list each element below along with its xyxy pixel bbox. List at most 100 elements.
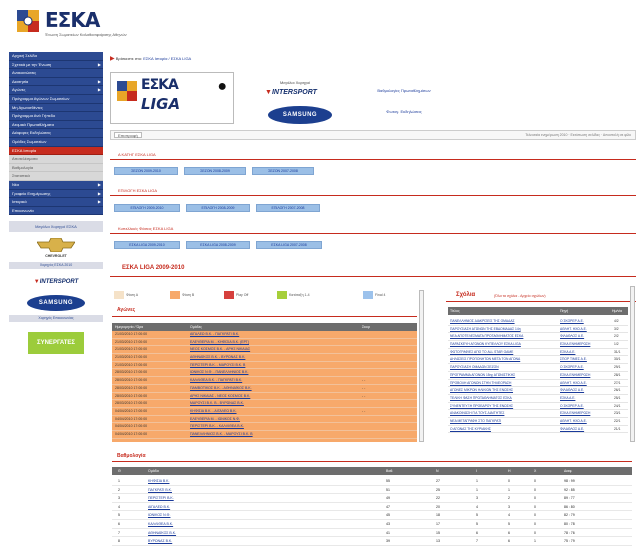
- toolbar-actions[interactable]: Τελευταία ενημέρωση 2010 · Εκτύπωση σελί…: [525, 133, 631, 137]
- standings-team-link[interactable]: ΑΙΓΑΛΕΩ Β.Κ.: [148, 503, 170, 512]
- sidebar-item[interactable]: Διάφορες Εκδηλώσεις: [9, 129, 103, 138]
- standings-team-link[interactable]: ΒΥΡΩΝΑΣ Β.Κ.: [148, 537, 172, 546]
- sidebar-item[interactable]: Ανακοινώσεις: [9, 69, 103, 78]
- standings-team-link[interactable]: ΑΘΗΝΑΪΚΟΣ Β.Κ.: [148, 529, 176, 538]
- sidebar-item[interactable]: Αποτελέσματα: [9, 155, 103, 164]
- sidebar-item[interactable]: Διαιτησία: [9, 77, 103, 87]
- standings-team-link[interactable]: ΠΑΓΚΡΑΤΙ Β.Κ.: [148, 486, 172, 495]
- news-source-link[interactable]: ΕΣΚΑ ΕΝΗΜΕΡΩΣΗ: [560, 372, 608, 380]
- news-scrollbar[interactable]: [630, 286, 635, 442]
- standings-team-link[interactable]: ΠΕΡΙΣΤΕΡΙ Β.Κ.: [148, 494, 174, 503]
- news-title-link[interactable]: ΠΑΡΟΥΣΙΑΣΗ ΟΜΑΔΩΝ ΣΕΖΟΝ: [450, 364, 556, 372]
- back-button[interactable]: Επιστροφή: [114, 132, 142, 138]
- news-source-link[interactable]: ΑΘΛΗΤ. ΗΧΩ Α.Ε.: [560, 326, 608, 334]
- season-button[interactable]: ΕΣΚΑ LIGA 2007-2008: [256, 241, 322, 249]
- match-teams-link[interactable]: ΑΡΗΣ ΝΙΚΑΙΑΣ - ΝΕΟΣ ΚΟΣΜΟΣ Β.Κ.: [190, 393, 250, 401]
- season-button[interactable]: ΕΠΙΛΟΓΗ 2008-2009: [186, 204, 250, 212]
- sidebar-item[interactable]: Επικοινωνία: [9, 206, 103, 216]
- news-source-link[interactable]: ΕΣΚΑ Α.Ε.: [560, 349, 608, 357]
- column-header[interactable]: Ομάδες: [190, 323, 202, 331]
- news-title-link[interactable]: ΝΕΑ ΑΠΟΤΕΛΕΣΜΑΤΑ ΠΡΩΤΑΘΛΗΜΑΤΟΣ ΕΣΚΑ: [450, 333, 556, 341]
- sidebar-item[interactable]: Ατομικά Πρωταθλήματα: [9, 120, 103, 130]
- samsung-sponsor[interactable]: SAMSUNG: [9, 295, 103, 312]
- match-teams-link[interactable]: ΜΑΡΟΥΣΙ Β.Κ. Β - ΒΥΡΩΝΑΣ Β.Κ.: [190, 400, 244, 408]
- news-title-link[interactable]: ΠΑΝΕΛΛΗΝΙΟΣ ΔΙΑΚΡΙΣΕΙΣ ΤΗΣ ΟΜΑΔΑΣ: [450, 318, 556, 326]
- match-teams-link[interactable]: ΚΑΛΛΙΘΕΑ Β.Κ. - ΠΑΓΚΡΑΤΙ Β.Κ.: [190, 377, 242, 385]
- column-header[interactable]: Σκορ: [362, 323, 370, 331]
- sidebar-item[interactable]: Νέα: [9, 180, 103, 190]
- news-source-link[interactable]: ΕΣΚΑ Α.Ε.: [560, 395, 608, 403]
- season-button[interactable]: ΕΣΚΑ LIGA 2009-2010: [114, 241, 180, 249]
- standings-team-link[interactable]: ΚΑΛΛΙΘΕΑ Β.Κ.: [148, 520, 173, 529]
- column-header[interactable]: Ν: [436, 467, 439, 475]
- news-title-link[interactable]: ΑΝΑΚΟΙΝΩΣΗ ΓΙΑ ΤΟΥΣ ΔΙΑΙΤΗΤΕΣ: [450, 410, 556, 418]
- sidebar-item[interactable]: Στατιστικά: [9, 172, 103, 181]
- sidebar-item[interactable]: Βαθμολογία: [9, 163, 103, 173]
- news-title-link[interactable]: ΠΡΟΓΡΑΜΜΑ ΑΓΩΝΩΝ 15ης ΑΓΩΝΙΣΤΙΚΗΣ: [450, 372, 556, 380]
- news-title-link[interactable]: ΑΓΩΝΕΣ ΜΙΚΡΩΝ ΗΛΙΚΙΩΝ ΤΗΣ ΕΝΩΣΗΣ: [450, 387, 556, 395]
- sidebar-item[interactable]: Μη Αγωνισθέντες: [9, 103, 103, 113]
- header-samsung-logo[interactable]: SAMSUNG: [268, 106, 332, 124]
- news-title-link[interactable]: ΠΡΟΒΟΛΗ ΑΓΩΝΩΝ ΣΤΗΝ ΤΗΛΕΟΡΑΣΗ: [450, 380, 556, 388]
- sidebar-item[interactable]: Γραφείο Ενημέρωσης: [9, 189, 103, 199]
- column-header[interactable]: Ημερομηνία / Ώρα: [115, 323, 143, 331]
- breadcrumb-link[interactable]: ΕΣΚΑ Ιστορία / ΕΣΚΑ LIGA: [143, 56, 191, 61]
- news-source-link[interactable]: ΑΘΛΗΤ. ΗΧΩ Α.Ε.: [560, 418, 608, 426]
- news-source-link[interactable]: Ο ΣΚΟΡΕΡ Α.Ε.: [560, 318, 608, 326]
- sidebar-item[interactable]: Πρόγραμμα Αγώνων Σωματείων: [9, 94, 103, 104]
- site-logo-text[interactable]: ΕΣΚΑ: [45, 10, 100, 30]
- news-source-link[interactable]: ΦΙΛΑΘΛΟΣ Α.Ε.: [560, 387, 608, 395]
- news-source-link[interactable]: ΦΙΛΑΘΛΟΣ Α.Ε.: [560, 426, 608, 434]
- match-teams-link[interactable]: ΕΛΕΥΘΕΡΙΑ Μ. - ΙΩΝΙΚΟΣ Ν.Φ.: [190, 416, 240, 424]
- news-source-link[interactable]: Ο ΣΚΟΡΕΡ Α.Ε.: [560, 403, 608, 411]
- season-button[interactable]: ΣΕΖΟΝ 2008-2009: [184, 167, 246, 175]
- news-title-link[interactable]: Ο ΑΓΩΝΑΣ ΤΗΣ ΚΥΡΙΑΚΗΣ: [450, 426, 556, 434]
- match-teams-link[interactable]: ΑΘΗΝΑΪΚΟΣ Β.Κ. - ΒΥΡΩΝΑΣ Β.Κ.: [190, 354, 245, 362]
- header-standings-link[interactable]: Βαθμολογίες Πρωταθλημάτων: [372, 88, 436, 93]
- match-teams-link[interactable]: ΠΕΡΙΣΤΕΡΙ Β.Κ. - ΚΑΛΛΙΘΕΑ Β.Κ.: [190, 423, 244, 431]
- sidebar-item[interactable]: Ομάδες Σωματείων: [9, 137, 103, 147]
- column-header[interactable]: Ι: [476, 467, 477, 475]
- news-title-link[interactable]: ΝΕΑ ΜΕΤΑΓΡΑΦΗ ΣΤΟ ΠΑΓΚΡΑΤΙ: [450, 418, 556, 426]
- column-header[interactable]: Διαφ.: [564, 467, 572, 475]
- partners-banner[interactable]: ΣΥΝΕΡΓΑΤΕΣ: [28, 332, 84, 355]
- match-teams-link[interactable]: ΙΩΝΙΚΟΣ Ν.Φ. - ΠΑΝΕΛΛΗΝΙΟΣ Β.Κ.: [190, 369, 248, 377]
- sidebar-item[interactable]: Αρχική Σελίδα: [9, 52, 103, 61]
- news-title-link[interactable]: ΦΩΤΟΓΡΑΦΙΕΣ ΑΠΟ ΤΟ ALL STAR GAME: [450, 349, 556, 357]
- column-header[interactable]: Βαθ.: [386, 467, 393, 475]
- sidebar-item[interactable]: Σχετικά με την Ένωση: [9, 60, 103, 70]
- match-teams-link[interactable]: ΚΗΦΙΣΙΑ Β.Κ. - ΑΙΓΑΛΕΩ Β.Κ.: [190, 408, 237, 416]
- season-button[interactable]: ΣΕΖΟΝ 2007-2008: [252, 167, 314, 175]
- match-teams-link[interactable]: ΠΑΜΒΟΤΙΚΟΣ Β.Κ. - ΑΘΗΝΑΪΚΟΣ Β.Κ.: [190, 385, 252, 393]
- sidebar-item[interactable]: Πρόγραμμα Ανά Γήπεδο: [9, 112, 103, 121]
- news-title-link[interactable]: ΤΕΛΙΚΗ ΦΑΣΗ ΠΡΩΤΑΘΛΗΜΑΤΟΣ ΕΣΚΑ: [450, 395, 556, 403]
- news-source-link[interactable]: ΣΠΟΡ ΤΙΜΕΣ Α.Ε.: [560, 356, 608, 364]
- news-title-link[interactable]: ΠΑΡΑΣΚΕΥΗ ΑΓΩΝΩΝ ΚΥΠΕΛΛΟΥ ΕΣΚΑ LIGA: [450, 341, 556, 349]
- match-teams-link[interactable]: ΕΛΕΥΘΕΡΙΑ Μ. - ΚΗΦΙΣΙΑ Β.Κ. (ΕΡΓ): [190, 339, 249, 347]
- header-photos-link[interactable]: Φωτογ. Εκδηλώσεις: [372, 109, 436, 114]
- column-header[interactable]: Χ: [534, 467, 536, 475]
- news-subtitle-link[interactable]: (Όλα τα σχόλια - Αρχείο σχολίων): [494, 294, 546, 298]
- standings-team-link[interactable]: ΚΗΦΙΣΙΑ Β.Κ.: [148, 477, 170, 486]
- column-header[interactable]: Η: [508, 467, 511, 475]
- season-button[interactable]: ΕΠΙΛΟΓΗ 2009-2010: [114, 204, 180, 212]
- match-teams-link[interactable]: ΠΕΡΙΣΤΕΡΙ Β.Κ. - ΜΑΡΟΥΣΙ Β.Κ. Β: [190, 362, 245, 370]
- sidebar-item[interactable]: Ιστορικό: [9, 198, 103, 207]
- news-title-link[interactable]: ΔΗΛΩΣΕΙΣ ΠΡΟΠΟΝΗΤΩΝ ΜΕΤΑ ΤΟΝ ΑΓΩΝΑ: [450, 356, 556, 364]
- chevrolet-sponsor[interactable]: CHEVROLET: [9, 232, 103, 262]
- news-source-link[interactable]: ΦΙΛΑΘΛΟΣ Α.Ε.: [560, 333, 608, 341]
- sidebar-item[interactable]: Αγώνες: [9, 86, 103, 95]
- column-header[interactable]: Πηγή: [560, 307, 568, 315]
- news-title-link[interactable]: ΣΥΝΕΝΤΕΥΞΗ ΠΡΟΕΔΡΟΥ ΤΗΣ ΕΝΩΣΗΣ: [450, 403, 556, 411]
- news-source-link[interactable]: ΕΣΚΑ ΕΝΗΜΕΡΩΣΗ: [560, 341, 608, 349]
- matches-scrollbar[interactable]: [419, 290, 424, 442]
- season-button[interactable]: ΕΣΚΑ LIGA 2008-2009: [186, 241, 250, 249]
- match-teams-link[interactable]: ΑΙΓΑΛΕΩ Β.Κ. - ΠΑΓΚΡΑΤΙ Β.Κ.: [190, 331, 239, 339]
- column-header[interactable]: Τίτλος: [450, 307, 460, 315]
- column-header[interactable]: Ομάδα: [148, 467, 159, 475]
- intersport-sponsor[interactable]: ▼INTERSPORT: [9, 277, 103, 287]
- column-header[interactable]: Ημ/νία: [612, 307, 622, 315]
- news-title-link[interactable]: ΠΑΡΟΥΣΙΑΣΗ ΑΓΩΝΩΝ ΤΗΣ ΕΒΔΟΜΑΔΑΣ 14η: [450, 326, 556, 334]
- eska-crest-icon[interactable]: [17, 10, 39, 32]
- match-teams-link[interactable]: ΠΑΝΕΛΛΗΝΙΟΣ Β.Κ. - ΜΑΡΟΥΣΙ Β.Κ. Β: [190, 431, 253, 439]
